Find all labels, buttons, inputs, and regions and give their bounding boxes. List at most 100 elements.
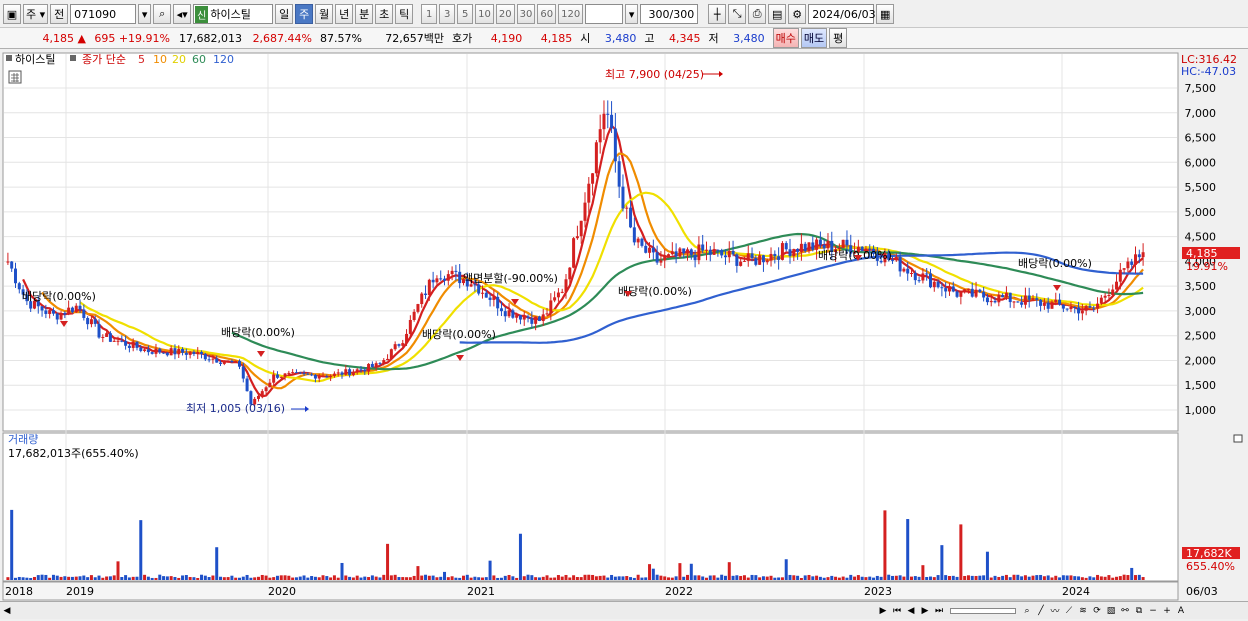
draw-line-icon[interactable]: ╱ — [1034, 604, 1048, 618]
draw-wave-icon[interactable]: 〰 — [1048, 604, 1062, 618]
candle-body — [659, 260, 663, 263]
draw-trend-icon[interactable]: ⟋ — [1062, 604, 1076, 618]
sell-button[interactable]: 매도 — [800, 28, 828, 48]
evaluate-button[interactable]: 평 — [829, 28, 848, 48]
volume-bar — [803, 575, 807, 580]
volume-bar — [522, 576, 526, 580]
candle-body — [378, 363, 382, 365]
candle-body — [925, 273, 929, 275]
draw-fib-icon[interactable]: ≋ — [1076, 604, 1090, 618]
interval-5[interactable]: 5 — [457, 4, 474, 24]
volume-bar — [108, 576, 112, 580]
zoom-slider[interactable] — [950, 607, 1016, 614]
volume-bar — [758, 577, 762, 580]
interval-dropdown-icon[interactable]: ▾ — [625, 4, 639, 24]
volume-bar — [723, 575, 727, 580]
link-icon[interactable]: ⚯ — [1118, 604, 1132, 618]
stock-code-input[interactable]: 071090 — [70, 4, 137, 24]
candle-body — [484, 292, 488, 298]
candle-body — [139, 347, 143, 351]
candle-body — [758, 255, 762, 265]
candle-body — [435, 278, 439, 283]
plus-icon[interactable]: + — [1160, 604, 1174, 618]
candle-body — [602, 113, 606, 130]
candle-body — [575, 236, 579, 239]
stock-name-field[interactable]: 신 하이스틸 — [193, 4, 274, 24]
candle-body — [382, 360, 386, 364]
candle-body — [928, 273, 932, 288]
zoom-icon[interactable]: ⌕ — [1020, 604, 1034, 618]
chart-type-icon[interactable]: ┼ — [708, 4, 727, 24]
compare-button[interactable]: 전 — [50, 4, 69, 24]
interval-3[interactable]: 3 — [439, 4, 456, 24]
minus-icon[interactable]: − — [1146, 604, 1160, 618]
volume-bar — [970, 575, 974, 580]
candle-body — [1126, 261, 1130, 269]
interval-120[interactable]: 120 — [558, 4, 584, 24]
volume-bar — [325, 576, 329, 580]
last-page-icon[interactable]: ⏭ — [932, 604, 946, 618]
prev-page-icon[interactable]: ◀ — [904, 604, 918, 618]
interval-60[interactable]: 60 — [537, 4, 557, 24]
candle-body — [1111, 289, 1115, 295]
next-page-icon[interactable]: ▶ — [918, 604, 932, 618]
period-month[interactable]: 월 — [315, 4, 334, 24]
code-dropdown-icon[interactable]: ▾ — [138, 4, 152, 24]
candle-body — [750, 253, 754, 258]
volume-bar — [1088, 576, 1092, 580]
first-page-icon[interactable]: ⏮ — [890, 604, 904, 618]
tools-icon[interactable]: ⤡ — [728, 4, 747, 24]
volume-bar — [203, 575, 207, 580]
legend-ma-120: 120 — [213, 53, 234, 66]
candle-body — [101, 336, 105, 338]
interval-20[interactable]: 20 — [495, 4, 515, 24]
period-tick[interactable]: 틱 — [395, 4, 414, 24]
volume-bar — [841, 576, 845, 580]
period-type-select[interactable]: 주 ▾ — [23, 4, 49, 24]
draw-cycle-icon[interactable]: ⟳ — [1090, 604, 1104, 618]
volume-bar — [1069, 575, 1073, 580]
scroll-right-icon[interactable]: ▶ — [876, 604, 890, 618]
speaker-icon[interactable]: ◂▾ — [173, 4, 192, 24]
period-minute[interactable]: 분 — [355, 4, 374, 24]
volume-bar — [667, 577, 671, 580]
chart-scrollbar[interactable]: ◀ ▶ ⏮ ◀ ▶ ⏭ ⌕ ╱ 〰 ⟋ ≋ ⟳ ▧ ⚯ ⧉ − + A — [0, 601, 1248, 619]
calendar-icon[interactable]: ▦ — [876, 4, 895, 24]
scroll-left-icon[interactable]: ◀ — [0, 604, 14, 618]
image-icon[interactable]: ▧ — [1104, 604, 1118, 618]
date-input[interactable]: 2024/06/03 — [808, 4, 876, 24]
period-second[interactable]: 초 — [375, 4, 394, 24]
print-icon[interactable]: ⎙ — [748, 4, 767, 24]
candle-body — [207, 359, 211, 361]
volume-bar — [1001, 575, 1005, 580]
buy-button[interactable]: 매수 — [772, 28, 799, 48]
volume-bar — [382, 574, 386, 580]
volume-bar — [336, 577, 340, 580]
candle-body — [63, 312, 67, 315]
candle-body — [765, 260, 769, 263]
candle-body — [116, 340, 120, 342]
candle-body — [348, 369, 352, 376]
search-icon[interactable]: ⌕ — [153, 4, 172, 24]
window-icon[interactable]: ▣ — [3, 4, 21, 24]
volume-bar — [780, 577, 784, 580]
gear-icon[interactable]: ⚙ — [788, 4, 807, 24]
interval-1[interactable]: 1 — [421, 4, 438, 24]
save-icon[interactable]: ▤ — [768, 4, 787, 24]
close-panel-icon[interactable] — [1233, 434, 1243, 443]
candle-body — [135, 341, 139, 348]
interval-30[interactable]: 30 — [516, 4, 536, 24]
custom-interval-input[interactable] — [585, 4, 624, 24]
volume-bar — [777, 577, 781, 580]
stock-chart[interactable]: 하이스틸 종가 단순 5 10 20 60 120 LC:316.42 HC:-… — [0, 51, 1248, 601]
count-input[interactable]: 300/300 — [640, 4, 699, 24]
count-value: 300 — [648, 7, 670, 21]
period-week[interactable]: 주 — [295, 4, 314, 24]
up-triangle-icon: ▲ — [77, 31, 86, 45]
text-icon[interactable]: A — [1174, 604, 1188, 618]
candle-body — [545, 313, 549, 315]
period-day[interactable]: 일 — [275, 4, 294, 24]
copy-icon[interactable]: ⧉ — [1132, 604, 1146, 618]
period-year[interactable]: 년 — [335, 4, 354, 24]
interval-10[interactable]: 10 — [475, 4, 494, 24]
